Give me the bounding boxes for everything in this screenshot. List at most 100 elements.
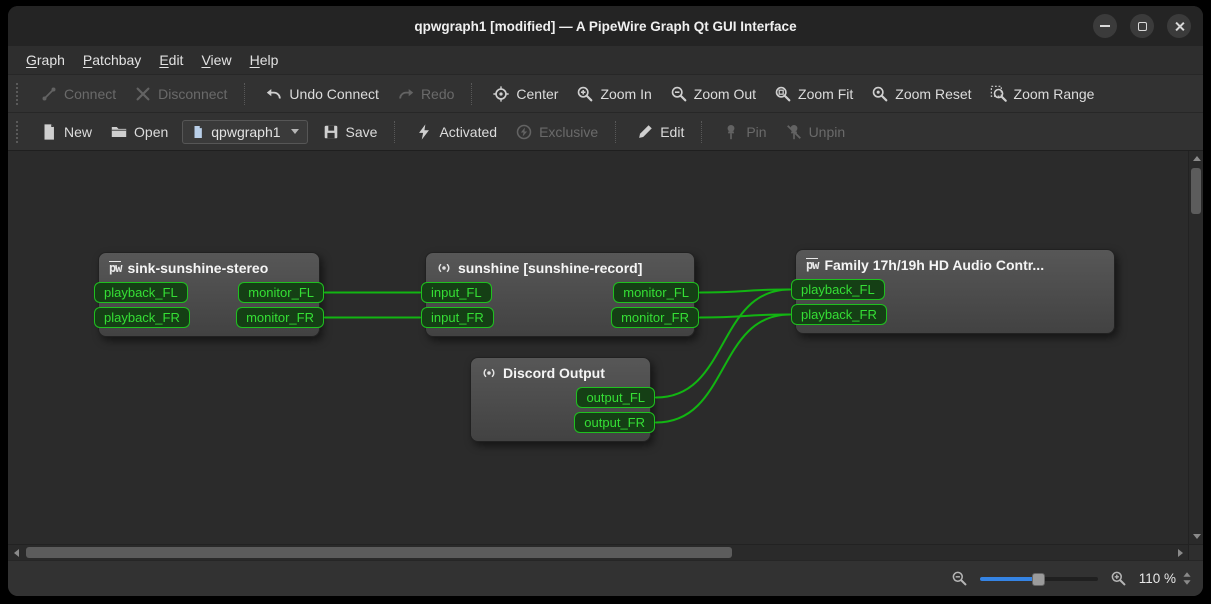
undo-connect-button[interactable]: Undo Connect: [257, 80, 387, 108]
output-ports: output_FL output_FR: [574, 387, 650, 433]
horizontal-scroll-track[interactable]: [24, 545, 1172, 560]
port-playback-fr[interactable]: playback_FR: [94, 307, 190, 328]
input-ports: input_FL input_FR: [426, 282, 494, 328]
zoom-spinbox[interactable]: 110 %: [1139, 571, 1191, 586]
close-button[interactable]: [1167, 14, 1191, 38]
arrow-down-icon: [1193, 534, 1201, 539]
slider-handle[interactable]: [1032, 573, 1045, 586]
zoom-reset-button[interactable]: Zoom Reset: [863, 80, 979, 108]
button-label: Zoom Out: [694, 86, 756, 102]
port-monitor-fr[interactable]: monitor_FR: [611, 307, 699, 328]
button-label: Connect: [64, 86, 116, 102]
toolbar-handle[interactable]: [16, 121, 24, 143]
zoom-out-button[interactable]: Zoom Out: [662, 80, 764, 108]
new-button[interactable]: New: [32, 118, 100, 146]
zoom-out-icon: [670, 85, 688, 103]
node-discord-output[interactable]: Discord Output output_FL output_FR: [470, 357, 651, 442]
button-label: New: [64, 124, 92, 140]
port-monitor-fl[interactable]: monitor_FL: [613, 282, 699, 303]
record-icon: [436, 260, 452, 276]
menu-view[interactable]: View: [193, 49, 239, 71]
undo-icon: [265, 85, 283, 103]
menu-label: raph: [37, 52, 65, 68]
open-button[interactable]: Open: [102, 118, 176, 146]
horizontal-scroll-handle[interactable]: [26, 547, 732, 558]
port-input-fl[interactable]: input_FL: [421, 282, 492, 303]
toolbar-separator: [394, 121, 398, 143]
zoom-in-icon[interactable]: [1110, 570, 1127, 587]
port-playback-fl[interactable]: playback_FL: [94, 282, 188, 303]
toolbar-separator: [244, 83, 248, 105]
zoom-slider[interactable]: [980, 571, 1098, 587]
horizontal-scrollbar[interactable]: [8, 544, 1203, 560]
scroll-left-button[interactable]: [8, 545, 24, 560]
minimize-button[interactable]: [1093, 14, 1117, 38]
port-playback-fr[interactable]: playback_FR: [791, 304, 887, 325]
port-output-fr[interactable]: output_FR: [574, 412, 655, 433]
zoom-in-icon: [576, 85, 594, 103]
menu-label: H: [250, 52, 260, 68]
menu-label: elp: [260, 52, 279, 68]
center-button[interactable]: Center: [484, 80, 566, 108]
input-ports: playback_FL playback_FR: [796, 279, 887, 325]
zoom-out-icon[interactable]: [951, 570, 968, 587]
window-controls: [1093, 14, 1191, 38]
menu-label: atchbay: [92, 52, 141, 68]
scroll-up-button[interactable]: [1189, 151, 1203, 166]
node-family-hd-audio[interactable]: pw Family 17h/19h HD Audio Contr... play…: [795, 249, 1115, 334]
graph-canvas[interactable]: pw sink-sunshine-stereo playback_FL play…: [8, 151, 1188, 544]
title-bar[interactable]: qpwgraph1 [modified] — A PipeWire Graph …: [8, 6, 1203, 46]
zoom-value: 110 %: [1139, 571, 1176, 586]
port-rows: playback_FL playback_FR: [796, 279, 1114, 325]
menu-graph[interactable]: Graph: [18, 49, 73, 71]
vertical-scroll-handle[interactable]: [1191, 168, 1201, 214]
save-icon: [322, 123, 340, 141]
edit-button[interactable]: Edit: [628, 118, 692, 146]
node-sunshine-record[interactable]: sunshine [sunshine-record] input_FL inpu…: [425, 252, 695, 337]
zoom-range-button[interactable]: Zoom Range: [982, 80, 1103, 108]
node-header: sunshine [sunshine-record]: [426, 253, 694, 280]
node-sink-sunshine-stereo[interactable]: pw sink-sunshine-stereo playback_FL play…: [98, 252, 320, 337]
button-label: Open: [134, 124, 168, 140]
port-output-fl[interactable]: output_FL: [576, 387, 655, 408]
menu-label: G: [26, 52, 37, 68]
button-label: Redo: [421, 86, 454, 102]
patchbay-selector[interactable]: qpwgraph1: [182, 120, 307, 144]
button-label: Center: [516, 86, 558, 102]
zoom-range-icon: [990, 85, 1008, 103]
scroll-down-button[interactable]: [1189, 529, 1203, 544]
unpin-button: Unpin: [777, 118, 854, 146]
arrow-right-icon: [1178, 549, 1183, 557]
port-playback-fl[interactable]: playback_FL: [791, 279, 885, 300]
pin-button: Pin: [714, 118, 774, 146]
zoom-fit-icon: [774, 85, 792, 103]
menu-help[interactable]: Help: [242, 49, 287, 71]
port-rows: output_FL output_FR: [471, 387, 650, 433]
exclusive-toggle: Exclusive: [507, 118, 606, 146]
zoom-in-button[interactable]: Zoom In: [568, 80, 659, 108]
spin-down-icon[interactable]: [1183, 580, 1190, 585]
menu-label: V: [201, 52, 210, 68]
activated-toggle[interactable]: Activated: [407, 118, 505, 146]
unpin-icon: [785, 123, 803, 141]
button-label: Exclusive: [539, 124, 598, 140]
zoom-fit-button[interactable]: Zoom Fit: [766, 80, 861, 108]
maximize-button[interactable]: [1130, 14, 1154, 38]
save-button[interactable]: Save: [314, 118, 386, 146]
port-input-fr[interactable]: input_FR: [421, 307, 494, 328]
spin-up-icon[interactable]: [1183, 572, 1190, 577]
input-ports: playback_FL playback_FR: [99, 282, 190, 328]
edit-pencil-icon: [636, 123, 654, 141]
new-file-icon: [40, 123, 58, 141]
scroll-right-button[interactable]: [1172, 545, 1188, 560]
minimize-icon: [1100, 25, 1110, 27]
menu-patchbay[interactable]: Patchbay: [75, 49, 149, 71]
menu-edit[interactable]: Edit: [151, 49, 191, 71]
toolbar-handle[interactable]: [16, 83, 24, 105]
port-monitor-fr[interactable]: monitor_FR: [236, 307, 324, 328]
menu-label: iew: [211, 52, 232, 68]
redo-button: Redo: [389, 80, 462, 108]
port-monitor-fl[interactable]: monitor_FL: [238, 282, 324, 303]
vertical-scrollbar[interactable]: [1188, 151, 1203, 544]
center-icon: [492, 85, 510, 103]
